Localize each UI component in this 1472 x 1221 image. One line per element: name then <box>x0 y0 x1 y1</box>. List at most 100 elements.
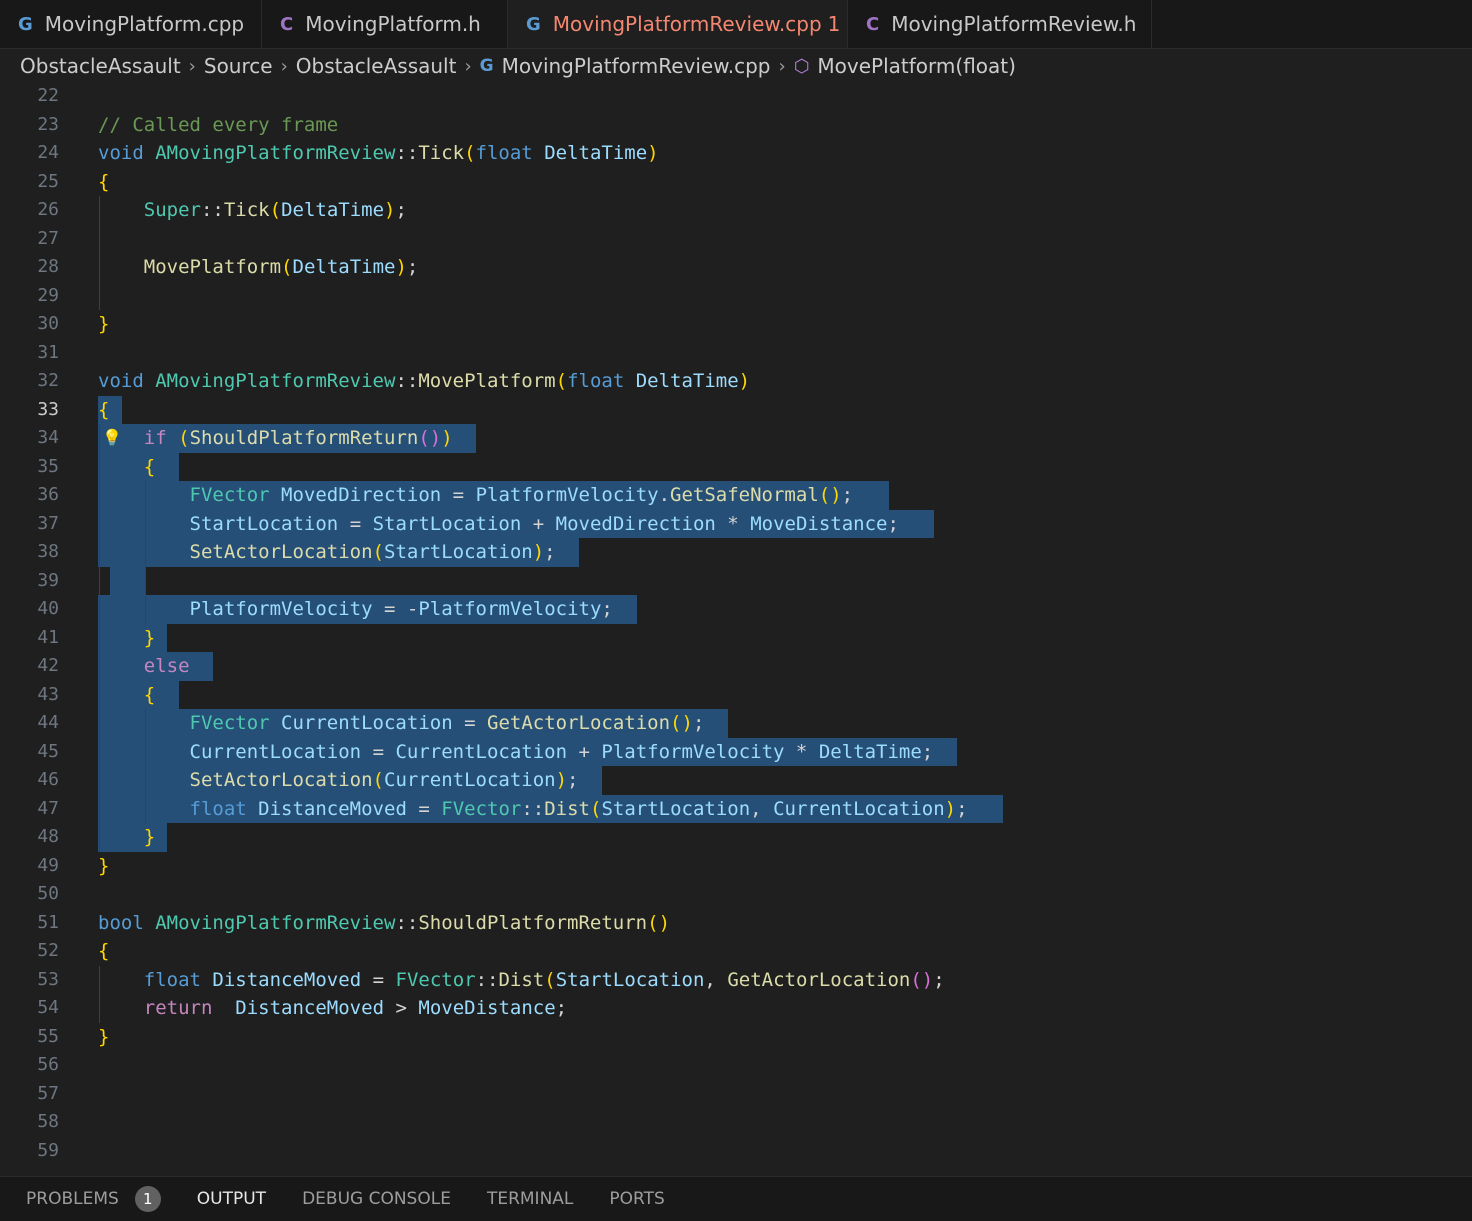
code-line[interactable]: 27 <box>0 225 1472 254</box>
code-line[interactable]: 45 CurrentLocation = CurrentLocation + P… <box>0 737 1472 767</box>
code-text[interactable]: { <box>98 168 109 197</box>
code-line[interactable]: 55} <box>0 1023 1472 1052</box>
code-line[interactable]: 52 { <box>0 937 1472 966</box>
code-line[interactable]: 57 <box>0 1080 1472 1109</box>
cpp-file-icon: G <box>526 13 541 35</box>
line-number: 41 <box>37 626 59 648</box>
code-line[interactable]: 31 <box>0 339 1472 368</box>
code-text[interactable]: FVector MovedDirection = PlatformVelocit… <box>98 481 854 510</box>
code-line[interactable]: 29 <box>0 282 1472 311</box>
code-text[interactable]: FVector CurrentLocation = GetActorLocati… <box>98 709 705 738</box>
code-line[interactable]: 28 MovePlatform(DeltaTime); <box>0 253 1472 282</box>
code-text[interactable]: { <box>98 681 155 710</box>
line-number: 58 <box>37 1111 59 1132</box>
line-number: 32 <box>37 370 59 391</box>
code-text[interactable]: { <box>98 396 109 425</box>
code-text[interactable]: // Called every frame <box>98 111 338 140</box>
breadcrumb-item[interactable]: MovingPlatformReview.cpp <box>502 54 771 78</box>
code-line[interactable]: 59 <box>0 1137 1472 1166</box>
breadcrumb-item[interactable]: ObstacleAssault <box>20 54 181 78</box>
line-number: 27 <box>37 227 59 249</box>
code-line[interactable]: 26 Super::Tick(DeltaTime); <box>0 196 1472 225</box>
code-line[interactable]: 37 StartLocation = StartLocation + Moved… <box>0 509 1472 539</box>
code-line[interactable]: 30} <box>0 310 1472 339</box>
code-line[interactable]: 56 <box>0 1051 1472 1080</box>
code-text[interactable]: float DistanceMoved = FVector::Dist(Star… <box>98 795 968 824</box>
code-text[interactable]: Super::Tick(DeltaTime); <box>98 196 407 225</box>
line-number: 43 <box>37 683 59 705</box>
code-text[interactable]: if (ShouldPlatformReturn()) <box>98 424 453 453</box>
chevron-right-icon: › <box>188 55 196 77</box>
selection-highlight <box>110 566 146 595</box>
code-line[interactable]: 24 void AMovingPlatformReview::Tick(float… <box>0 139 1472 168</box>
breadcrumb: ObstacleAssault › Source › ObstacleAssau… <box>0 49 1472 83</box>
line-number: 25 <box>37 170 59 192</box>
code-text[interactable]: } <box>98 852 109 881</box>
line-number: 59 <box>37 1139 59 1161</box>
code-text[interactable]: return DistanceMoved > MoveDistance; <box>98 994 567 1023</box>
code-text[interactable]: } <box>98 823 155 852</box>
tab-moving-platform-cpp[interactable]: G MovingPlatform.cpp <box>0 0 262 48</box>
code-line[interactable]: 48 } <box>0 823 1472 852</box>
code-line[interactable]: 34 if (ShouldPlatformReturn()) 💡 <box>0 424 1472 453</box>
tab-output[interactable]: OUTPUT <box>197 1189 266 1209</box>
tab-debug-console[interactable]: DEBUG CONSOLE <box>302 1189 451 1209</box>
tab-terminal[interactable]: TERMINAL <box>487 1189 573 1209</box>
code-text[interactable]: PlatformVelocity = -PlatformVelocity; <box>98 595 613 624</box>
code-text[interactable]: SetActorLocation(CurrentLocation); <box>98 766 579 795</box>
code-text[interactable]: void AMovingPlatformReview::Tick(float D… <box>98 139 659 168</box>
code-line[interactable]: 41 } <box>0 623 1472 653</box>
code-line[interactable]: 53 float DistanceMoved = FVector::Dist(S… <box>0 966 1472 995</box>
code-line[interactable]: 23 // Called every frame <box>0 111 1472 140</box>
code-text[interactable]: MovePlatform(DeltaTime); <box>98 253 419 282</box>
code-editor[interactable]: 22 23 // Called every frame 24 void AMovingP… <box>0 82 1472 1176</box>
code-text[interactable]: } <box>98 1023 109 1052</box>
code-text[interactable]: float DistanceMoved = FVector::Dist(Star… <box>98 966 945 995</box>
indent-guide <box>99 424 100 852</box>
code-line[interactable]: 22 <box>0 82 1472 111</box>
code-line[interactable]: 39 <box>0 566 1472 595</box>
code-line[interactable]: 58 <box>0 1108 1472 1137</box>
code-line[interactable]: 35 { <box>0 452 1472 482</box>
breadcrumb-item[interactable]: Source <box>204 54 273 78</box>
tab-moving-platform-review-cpp[interactable]: G MovingPlatformReview.cpp 1 <box>508 0 848 48</box>
code-text[interactable]: { <box>98 453 155 482</box>
code-text[interactable]: bool AMovingPlatformReview::ShouldPlatfo… <box>98 909 670 938</box>
code-text[interactable]: else <box>98 652 190 681</box>
code-line[interactable]: 25 { <box>0 168 1472 197</box>
line-number: 35 <box>37 455 59 477</box>
line-number: 39 <box>37 569 59 591</box>
code-text[interactable]: } <box>98 310 109 339</box>
code-line[interactable]: 46 SetActorLocation(CurrentLocation); <box>0 766 1472 795</box>
code-line[interactable]: 33 { <box>0 395 1472 425</box>
code-line[interactable]: 44 FVector CurrentLocation = GetActorLoc… <box>0 709 1472 738</box>
code-line[interactable]: 50 <box>0 880 1472 909</box>
tab-moving-platform-h[interactable]: C MovingPlatform.h <box>262 0 508 48</box>
line-number: 54 <box>37 997 59 1018</box>
tab-moving-platform-review-h[interactable]: C MovingPlatformReview.h <box>848 0 1152 48</box>
line-number: 55 <box>37 1025 59 1047</box>
code-line[interactable]: 47 float DistanceMoved = FVector::Dist(S… <box>0 794 1472 824</box>
code-line[interactable]: 49} <box>0 852 1472 881</box>
code-text[interactable]: { <box>98 937 109 966</box>
lightbulb-icon[interactable]: 💡 <box>102 424 122 453</box>
code-text[interactable]: StartLocation = StartLocation + MovedDir… <box>98 510 899 539</box>
code-text[interactable]: void AMovingPlatformReview::MovePlatform… <box>98 367 750 396</box>
code-line[interactable]: 38 SetActorLocation(StartLocation); <box>0 538 1472 567</box>
code-text[interactable]: } <box>98 624 155 653</box>
code-line[interactable]: 36 FVector MovedDirection = PlatformVelo… <box>0 481 1472 510</box>
breadcrumb-item[interactable]: ObstacleAssault <box>296 54 457 78</box>
code-line[interactable]: 43 { <box>0 680 1472 710</box>
code-line[interactable]: 51 bool AMovingPlatformReview::ShouldPlat… <box>0 909 1472 938</box>
code-text[interactable]: CurrentLocation = CurrentLocation + Plat… <box>98 738 934 767</box>
code-line[interactable]: 40 PlatformVelocity = -PlatformVelocity; <box>0 595 1472 624</box>
code-line[interactable]: 42 else <box>0 652 1472 681</box>
breadcrumb-item[interactable]: MovePlatform(float) <box>817 54 1016 78</box>
indent-guide <box>99 196 100 310</box>
code-text[interactable]: SetActorLocation(StartLocation); <box>98 538 556 567</box>
tab-ports[interactable]: PORTS <box>609 1189 664 1209</box>
code-line[interactable]: 54 return DistanceMoved > MoveDistance; <box>0 994 1472 1023</box>
code-line[interactable]: 32 void AMovingPlatformReview::MovePlatfo… <box>0 367 1472 396</box>
line-number: 48 <box>37 826 59 847</box>
tab-problems[interactable]: PROBLEMS 1 <box>26 1186 161 1212</box>
